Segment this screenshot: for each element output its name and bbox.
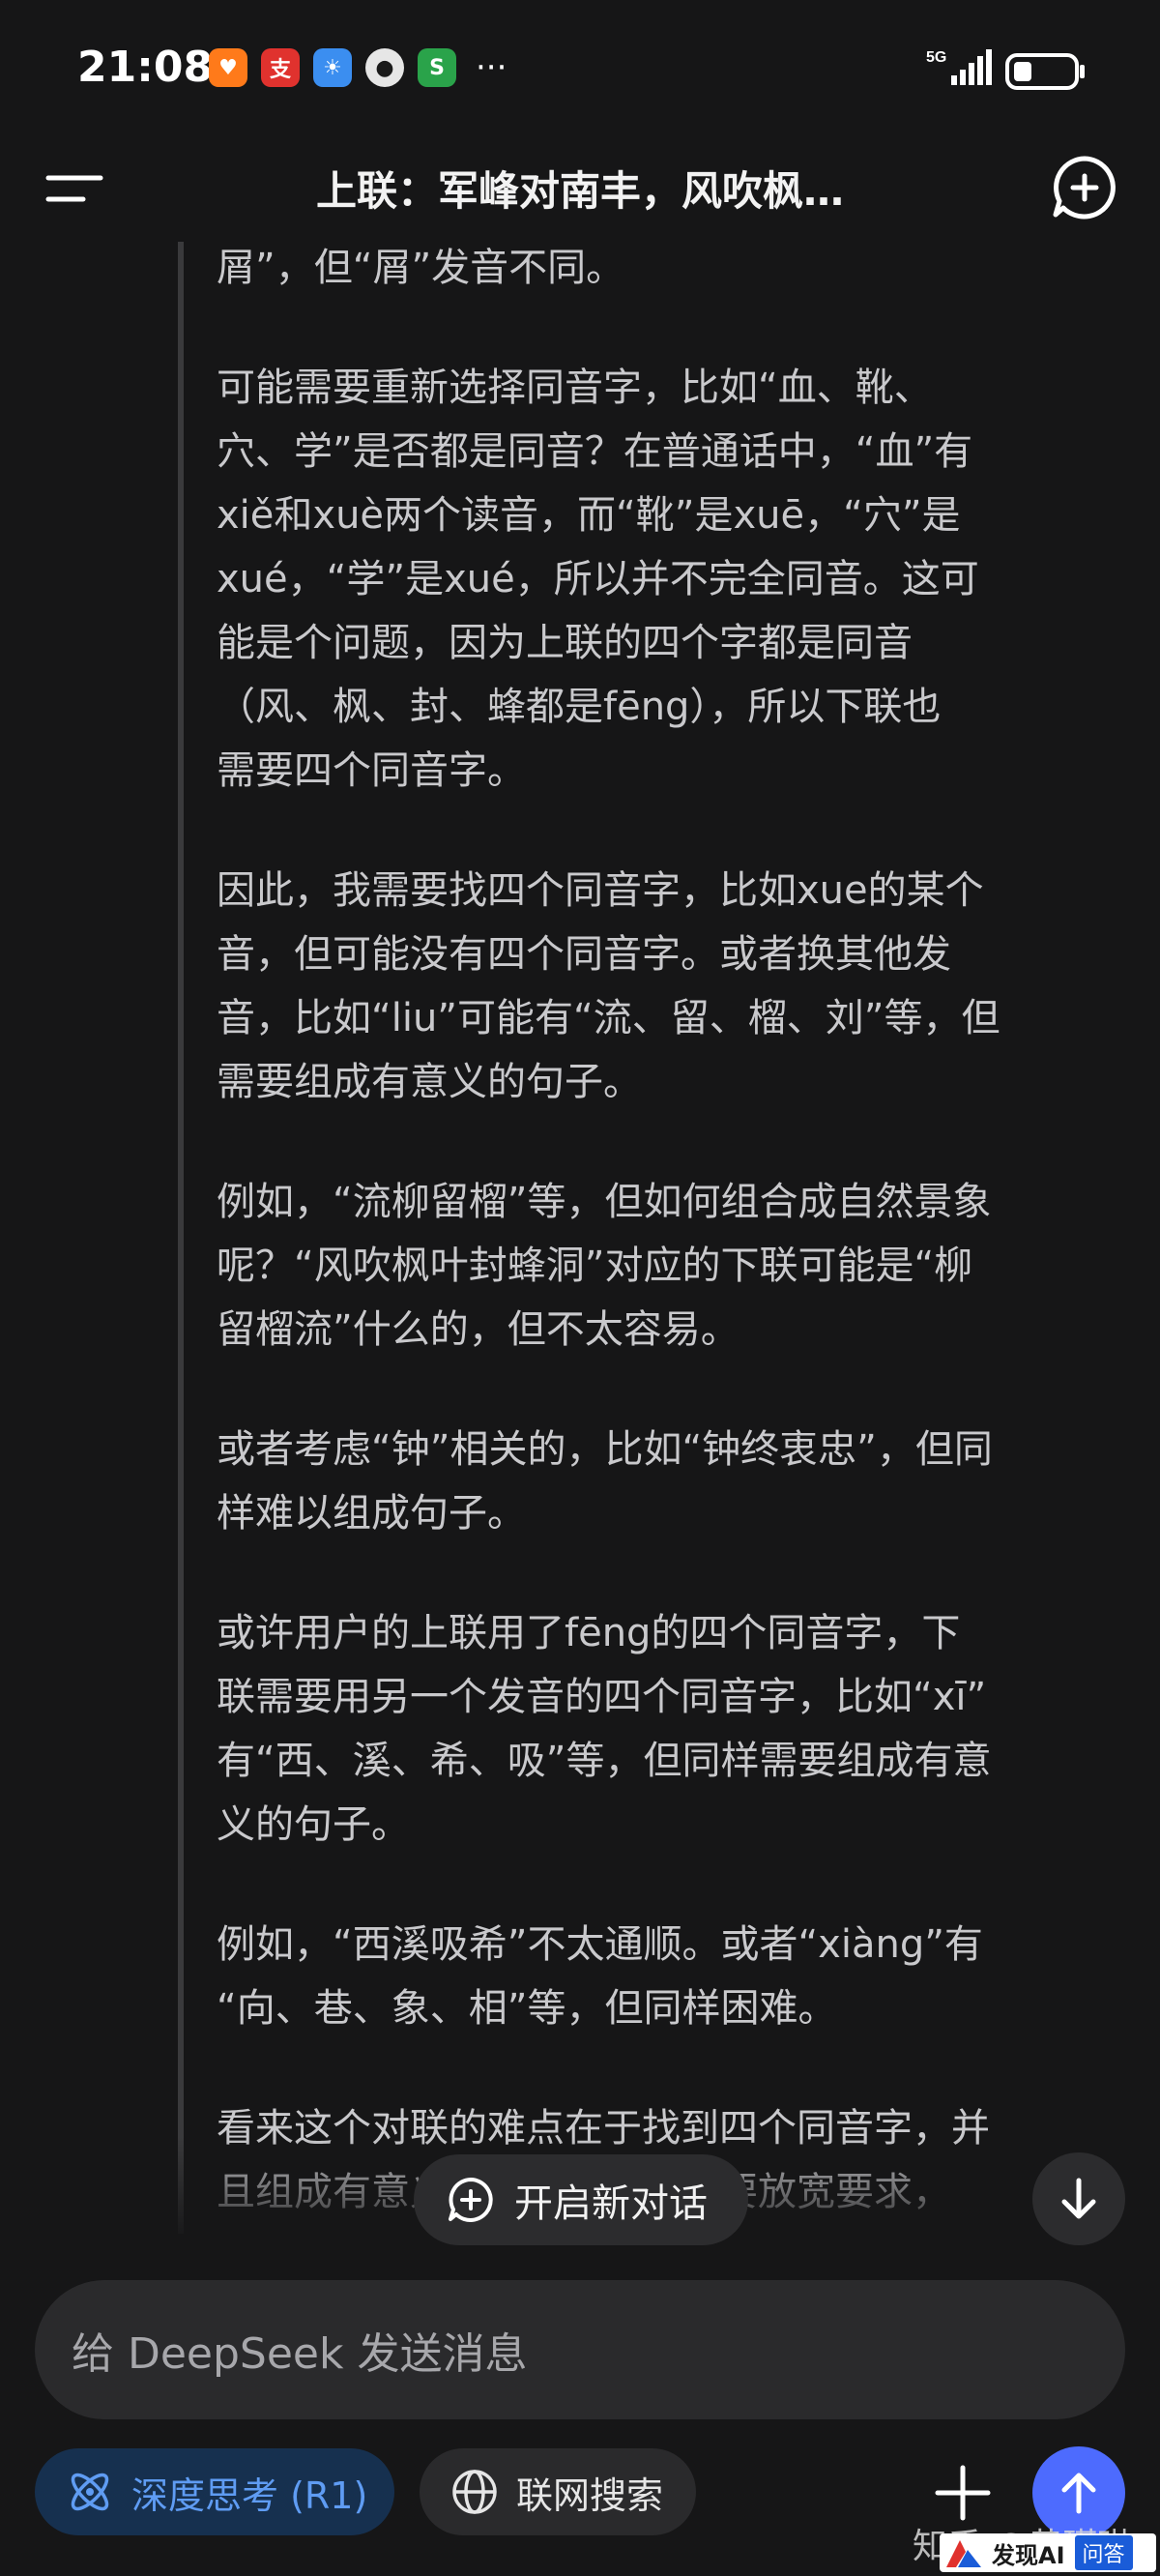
thinking-line: 音，比如“liu”可能有“流、留、榴、刘”等，但 [217,996,1000,1040]
deep-think-toggle[interactable]: 深度思考 (R1) [35,2448,394,2535]
thinking-line: 或者考虑“钟”相关的，比如“钟终衷忠”，但同 [217,1427,993,1472]
thinking-paragraph: 例如，“西溪吸希”不太通顺。或者“xiàng”有 “向、巷、象、相”等，但同样困难… [217,1913,1117,2040]
thinking-line: 需要组成有意义的句子。 [217,1060,642,1104]
thinking-paragraph: 可能需要重新选择同音字，比如“血、靴、 穴、学”是否都是同音？在普通话中，“血”有… [217,356,1117,803]
site-watermark: 发现AI 问答 [940,2533,1156,2572]
thinking-line: 屑”，但“屑”发音不同。 [217,246,625,290]
thinking-indicator-bar [178,242,184,2234]
thinking-line: 需要四个同音字。 [217,748,526,793]
thinking-line: 例如，“流柳留榴”等，但如何组合成自然景象 [217,1180,992,1224]
thinking-line: 义的句子。 [217,1802,410,1847]
new-conversation-button[interactable]: 开启新对话 [414,2154,748,2245]
thinking-line: 样难以组成句子。 [217,1491,526,1536]
thinking-paragraph: 或许用户的上联用了fēng的四个同音字，下 联需要用另一个发音的四个同音字，比如“… [217,1601,1117,1857]
menu-icon[interactable] [44,161,106,219]
thinking-paragraph: 屑”，但“屑”发音不同。 [217,242,1117,300]
thinking-line: 或许用户的上联用了fēng的四个同音字，下 [217,1611,961,1655]
battery-icon [1005,52,1087,95]
thinking-line: “向、巷、象、相”等，但同样困难。 [217,1986,837,2031]
arrow-up-icon [1061,2473,1096,2514]
web-search-toggle[interactable]: 联网搜索 [420,2448,696,2535]
thinking-line: 能是个问题，因为上联的四个字都是同音 [217,621,913,665]
deep-think-label: 深度思考 (R1) [131,2474,368,2517]
message-icon: ● [365,48,404,87]
app-green-icon: S [418,48,456,87]
globe-icon [452,2470,497,2514]
thinking-content[interactable]: 屑”，但“屑”发音不同。可能需要重新选择同音字，比如“血、靴、 穴、学”是否都是同… [0,242,1160,2234]
thinking-line: 可能需要重新选择同音字，比如“血、靴、 [217,366,933,410]
alipay-icon: 支 [261,48,300,87]
site-logo-icon [940,2533,988,2572]
thinking-line: 例如，“西溪吸希”不太通顺。或者“xiàng”有 [217,1922,983,1967]
attach-plus-icon[interactable] [932,2462,994,2524]
thinking-line: 有“西、溪、希、吸”等，但同样需要组成有意 [217,1739,992,1783]
new-conversation-icon [449,2178,493,2222]
taobao-icon: ♥ [209,48,247,87]
new-chat-icon[interactable] [1050,153,1119,222]
status-time: 21:08 [77,43,214,92]
chat-header: 上联：军峰对南丰，风吹枫… [0,135,1160,242]
scroll-to-bottom-button[interactable] [1032,2152,1125,2245]
chat-title: 上联：军峰对南丰，风吹枫… [315,167,844,215]
message-input[interactable]: 给 DeepSeek 发送消息 [35,2280,1125,2419]
thinking-paragraph: 例如，“流柳留榴”等，但如何组合成自然景象 呢？“风吹枫叶封蜂洞”对应的下联可能是… [217,1170,1117,1361]
arrow-down-icon [1061,2178,1096,2219]
site-name: 发现AI [992,2541,1065,2569]
thinking-line: xiě和xuè两个读音，而“靴”是xuē，“穴”是 [217,493,961,538]
thinking-line: （风、枫、封、蜂都是fēng），所以下联也 [217,685,942,729]
thinking-line: xué，“学”是xué，所以并不完全同音。这可 [217,557,979,601]
weather-icon: ☀ [313,48,352,87]
thinking-line: 联需要用另一个发音的四个同音字，比如“xī” [217,1675,987,1719]
site-tag: 问答 [1074,2535,1133,2570]
notification-icons: ♥ 支 ☀ ● S ··· [209,48,507,87]
thinking-line: 音，但可能没有四个同音字。或者换其他发 [217,932,951,977]
status-bar: 21:08 ♥ 支 ☀ ● S ··· 5G [0,0,1160,135]
new-conversation-label: 开启新对话 [514,2181,708,2226]
signal-icon: 5G [926,46,994,93]
thinking-line: 因此，我需要找四个同音字，比如xue的某个 [217,868,984,913]
more-notifications-indicator: ··· [476,48,508,87]
deepseek-chat-screen: 21:08 ♥ 支 ☀ ● S ··· 5G 上联：军峰对南丰，风吹枫… 屑”，… [0,0,1160,2576]
atom-icon [71,2473,109,2511]
message-input-placeholder: 给 DeepSeek 发送消息 [72,2329,528,2379]
network-type-label: 5G [926,49,946,66]
thinking-paragraph: 或者考虑“钟”相关的，比如“钟终衷忠”，但同 样难以组成句子。 [217,1418,1117,1545]
thinking-line: 呢？“风吹枫叶封蜂洞”对应的下联可能是“柳 [217,1244,973,1288]
thinking-line: 留榴流”什么的，但不太容易。 [217,1307,740,1352]
web-search-label: 联网搜索 [516,2474,664,2517]
thinking-line: 穴、学”是否都是同音？在普通话中，“血”有 [217,429,973,474]
thinking-paragraph: 因此，我需要找四个同音字，比如xue的某个 音，但可能没有四个同音字。或者换其他发… [217,859,1117,1114]
